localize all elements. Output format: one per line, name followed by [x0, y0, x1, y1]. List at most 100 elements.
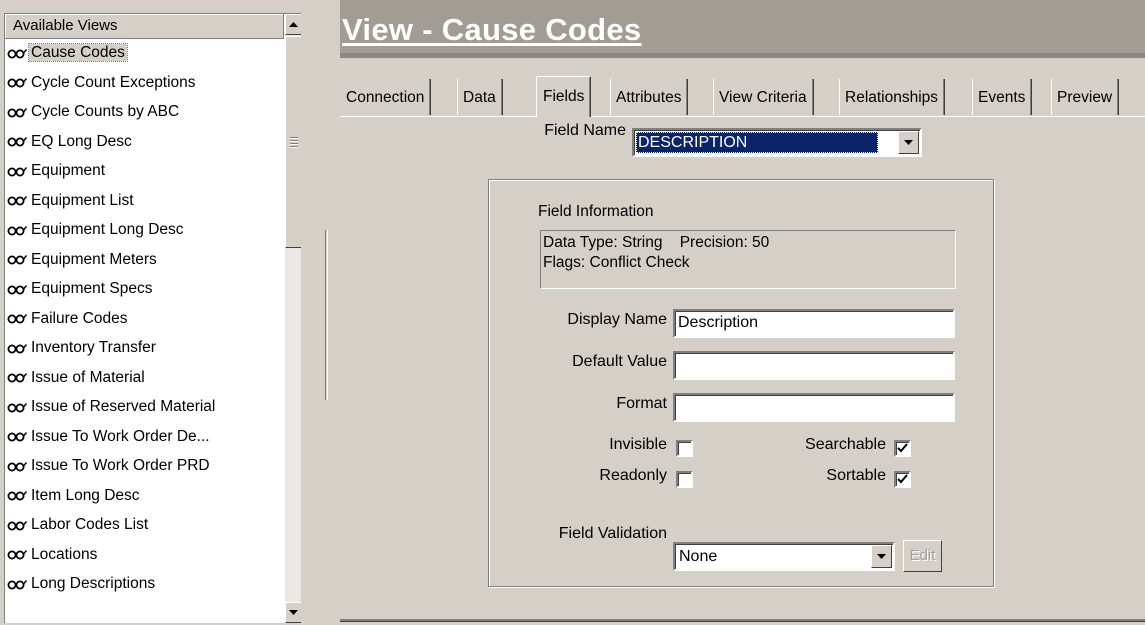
sortable-checkbox[interactable] — [894, 471, 911, 488]
list-item[interactable]: Issue To Work Order PRD — [5, 452, 284, 482]
invisible-checkbox[interactable] — [676, 440, 693, 457]
title-bar-shadow — [340, 53, 1145, 58]
tab-relationships[interactable]: Relationships — [839, 79, 946, 115]
display-name-field[interactable]: Description — [673, 309, 955, 338]
display-name-label: Display Name — [567, 311, 667, 328]
glasses-icon — [7, 107, 28, 118]
glasses-icon — [7, 137, 28, 147]
views-list-header-label: Available Views — [13, 17, 118, 34]
format-label: Format — [616, 395, 667, 412]
list-item[interactable]: Long Descriptions — [5, 570, 284, 600]
views-list-header[interactable]: Available Views — [5, 14, 284, 39]
glasses-icon — [7, 520, 28, 531]
list-item-label: Equipment — [31, 162, 106, 179]
tab-attributes-label: Attributes — [616, 89, 682, 106]
edit-validation-button[interactable]: Edit — [903, 540, 942, 572]
pane-splitter[interactable] — [325, 230, 328, 400]
views-panel: Available Views Cause Codes Cycle Count E… — [0, 0, 330, 625]
tab-events-label: Events — [978, 89, 1026, 106]
checkmark-icon — [897, 443, 908, 453]
list-item[interactable]: Locations — [5, 541, 284, 571]
field-name-select[interactable]: DESCRIPTION — [632, 128, 922, 157]
glasses-icon — [7, 78, 28, 88]
list-item-label: EQ Long Desc — [31, 132, 132, 150]
glasses-icon — [7, 48, 28, 59]
tab-preview[interactable]: Preview — [1051, 79, 1120, 115]
list-item[interactable]: Cycle Count Exceptions — [5, 69, 284, 99]
list-item[interactable]: Cause Codes — [5, 39, 284, 69]
tab-view-criteria-label: View Criteria — [719, 89, 807, 106]
field-validation-select[interactable]: None — [673, 542, 895, 571]
tab-strip: Connection Data Fields Attributes View C… — [340, 76, 1145, 117]
field-validation-dropdown-button[interactable] — [871, 545, 892, 568]
list-item[interactable]: Issue of Material — [5, 364, 284, 394]
list-item-label: Inventory Transfer — [31, 339, 156, 356]
list-item[interactable]: Inventory Transfer — [5, 334, 284, 364]
arrow-up-icon — [289, 22, 298, 27]
fields-tab-content: Field Name DESCRIPTION Field Information… — [340, 117, 1145, 619]
readonly-checkbox[interactable] — [676, 471, 693, 488]
field-information-title: Field Information — [538, 203, 654, 220]
tab-fields[interactable]: Fields — [536, 76, 592, 117]
list-item[interactable]: Labor Codes List — [5, 511, 284, 541]
list-item-label: Equipment Specs — [31, 280, 153, 297]
glasses-icon — [7, 402, 28, 413]
glasses-icon — [7, 284, 28, 295]
list-item-label: Item Long Desc — [31, 486, 140, 504]
list-item[interactable]: Equipment Specs — [5, 275, 284, 305]
list-item-label: Cycle Count Exceptions — [31, 73, 196, 91]
list-item[interactable]: Failure Codes — [5, 305, 284, 335]
chevron-down-icon — [877, 554, 886, 559]
field-name-label: Field Name — [544, 122, 626, 139]
tab-preview-label: Preview — [1057, 89, 1113, 106]
list-item[interactable]: Equipment — [5, 157, 284, 187]
list-item-label: Labor Codes List — [31, 516, 149, 533]
glasses-icon — [7, 225, 28, 236]
field-validation-label: Field Validation — [558, 525, 667, 542]
list-item[interactable]: Cycle Counts by ABC — [5, 98, 284, 128]
list-item[interactable]: Equipment Long Desc — [5, 216, 284, 246]
views-list-items: Cause Codes Cycle Count Exceptions Cycle C… — [5, 39, 284, 600]
list-item[interactable]: Issue of Reserved Material — [5, 393, 284, 423]
list-item[interactable]: Equipment List — [5, 187, 284, 217]
views-list[interactable]: Available Views Cause Codes Cycle Count E… — [4, 13, 301, 623]
glasses-icon — [7, 491, 28, 501]
field-information-box: Data Type: String Precision: 50 Flags: C… — [540, 230, 956, 289]
glasses-icon — [7, 255, 28, 265]
title-bar: View - Cause Codes — [340, 0, 1145, 58]
field-name-value: DESCRIPTION — [636, 132, 878, 153]
list-item-label: Cycle Counts by ABC — [31, 103, 180, 120]
list-item-label: Issue of Material — [31, 368, 145, 386]
tab-relationships-label: Relationships — [845, 89, 939, 106]
list-item[interactable]: EQ Long Desc — [5, 128, 284, 158]
tab-connection[interactable]: Connection — [340, 79, 432, 115]
scroll-down-button[interactable] — [285, 602, 301, 623]
tab-attributes[interactable]: Attributes — [610, 79, 689, 115]
field-info-type-precision: Data Type: String Precision: 50 — [543, 234, 770, 251]
list-item[interactable]: Equipment Meters — [5, 246, 284, 276]
default-value-field[interactable] — [673, 351, 955, 380]
arrow-down-icon — [289, 610, 298, 615]
list-item[interactable]: Issue To Work Order De... — [5, 423, 284, 453]
list-item[interactable]: Item Long Desc — [5, 482, 284, 512]
field-info-flags: Flags: Conflict Check — [543, 254, 690, 271]
views-list-scrollbar[interactable] — [285, 14, 301, 623]
list-item-label: Equipment Meters — [31, 250, 157, 268]
tab-data[interactable]: Data — [457, 79, 503, 115]
view-editor: View - Cause Codes Connection Data Field… — [340, 0, 1145, 625]
readonly-label: Readonly — [599, 467, 667, 484]
field-details-group: Field Information Data Type: String Prec… — [488, 179, 994, 587]
tab-view-criteria[interactable]: View Criteria — [713, 79, 814, 115]
scroll-up-button[interactable] — [285, 14, 301, 35]
list-item-label: Issue To Work Order De... — [31, 427, 210, 445]
page-title: View - Cause Codes — [342, 12, 642, 47]
searchable-checkbox[interactable] — [894, 440, 911, 457]
tab-events[interactable]: Events — [972, 79, 1033, 115]
list-item-label: Cause Codes — [28, 43, 128, 62]
scroll-grip-icon — [290, 137, 298, 149]
scroll-thumb[interactable] — [285, 36, 301, 248]
list-item-label: Failure Codes — [31, 309, 128, 327]
format-field[interactable] — [673, 393, 955, 422]
field-name-dropdown-button[interactable] — [898, 131, 919, 154]
default-value-label: Default Value — [572, 353, 667, 370]
